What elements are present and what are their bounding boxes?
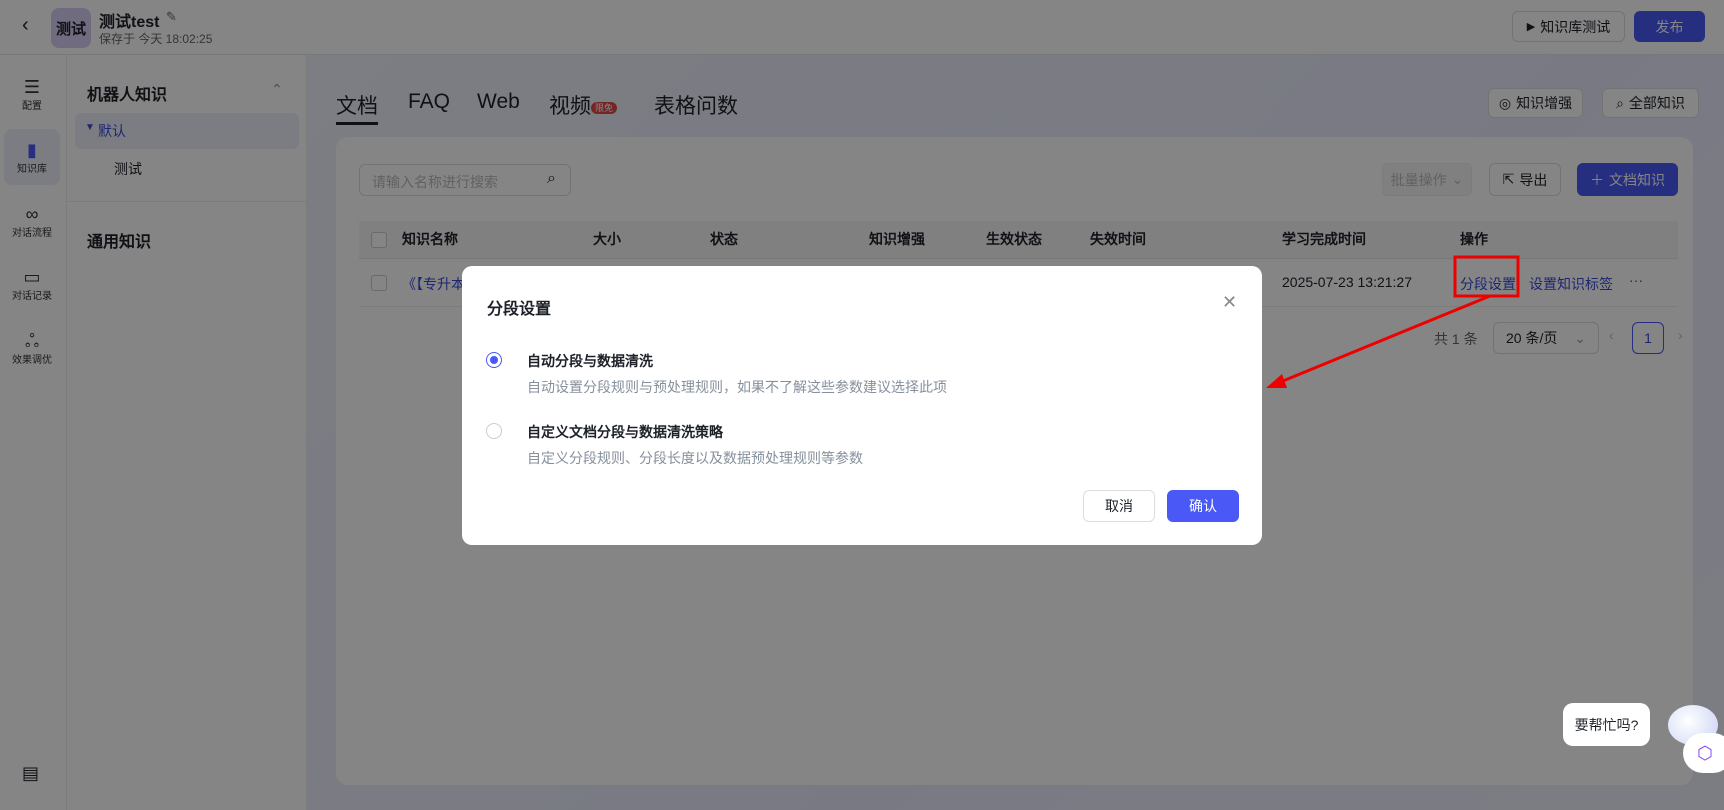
highlight-box [1453,255,1520,298]
arrow-head-icon [1266,374,1287,388]
annotation-arrow [1277,294,1491,385]
annotation-layer [1266,255,1520,388]
